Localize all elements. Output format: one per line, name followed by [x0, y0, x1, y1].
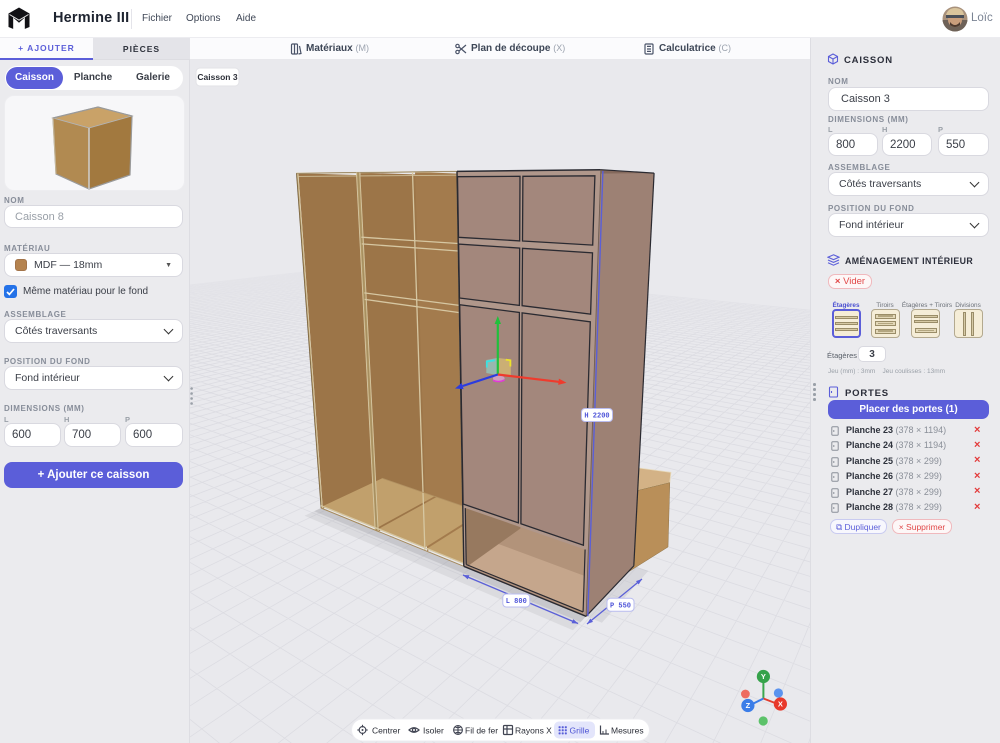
svg-text:Fil de fer: Fil de fer	[465, 726, 498, 736]
svg-text:L 800: L 800	[506, 598, 527, 606]
svg-text:Grille: Grille	[570, 726, 590, 736]
svg-text:Y: Y	[761, 672, 766, 681]
svg-text:Rayons X: Rayons X	[515, 726, 552, 736]
svg-text:Mesures: Mesures	[611, 726, 644, 736]
svg-text:P 550: P 550	[610, 602, 631, 610]
svg-text:X: X	[778, 700, 783, 709]
svg-text:H 2200: H 2200	[584, 413, 609, 421]
svg-text:Caisson 3: Caisson 3	[197, 72, 237, 82]
svg-text:Isoler: Isoler	[423, 726, 444, 736]
svg-text:Centrer: Centrer	[372, 726, 401, 736]
svg-text:Z: Z	[746, 701, 751, 710]
